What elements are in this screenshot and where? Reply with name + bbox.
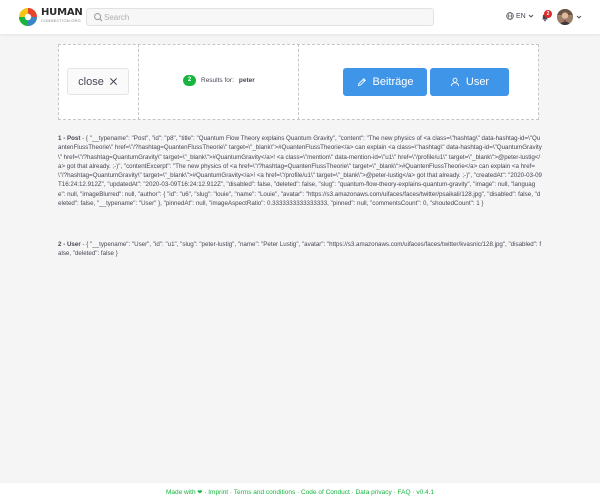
footer-separator: · [351,489,354,496]
divider [298,44,299,120]
footer-made-with[interactable]: Made with [166,489,196,496]
search-bar[interactable] [86,8,434,26]
list-item: 2 - User - { "__typename": "User", "id":… [58,241,542,258]
list-item: 1 - Post - { "__typename": "Post", "id":… [58,135,542,208]
heart-icon: ❤ [197,490,203,496]
search-input[interactable] [104,10,424,24]
footer-version[interactable]: v0.4.1 [416,489,434,496]
tab-users-label: User [465,76,490,88]
results-query: peter [238,77,255,84]
footer-link-data-privacy[interactable]: Data privacy [356,489,392,496]
footer-separator: · [204,489,207,496]
close-button[interactable]: close [67,68,129,95]
item-type: User [66,241,81,248]
close-icon [109,77,117,86]
user-avatar-image [557,9,573,25]
avatar[interactable] [557,9,573,25]
footer-separator: · [297,489,300,496]
user-icon [450,77,459,87]
footer-link-terms[interactable]: Terms and conditions [234,489,295,496]
pencil-icon [357,78,366,87]
footer-separator: · [393,489,396,496]
top-navbar: HUMAN CONNECTION.ORG EN 2 [0,0,600,34]
logo-icon[interactable] [18,7,38,27]
item-index: 1 [58,135,62,142]
chevron-down-icon[interactable] [576,14,582,20]
chevron-down-icon [528,14,534,18]
language-label: EN [516,12,526,20]
tab-users[interactable]: User [430,68,509,96]
notification-count-badge: 2 [544,10,552,18]
language-switch[interactable]: EN [506,12,534,20]
divider [138,44,139,120]
results-summary: 2 Results for: peter [183,75,255,86]
logo-subtitle: CONNECTION.ORG [41,18,81,23]
footer-link-code-of-conduct[interactable]: Code of Conduct [301,489,350,496]
item-content: { "__typename": "User", "id": "u1", "slu… [58,241,542,258]
item-type: Post [66,135,81,142]
item-content: { "__typename": "Post", "id": "p8", "tit… [58,135,542,208]
footer-separator: · [229,489,233,496]
tab-posts-label: Beiträge [372,76,414,88]
logo-title: HUMAN [41,7,83,18]
close-label: close [78,75,104,88]
footer-link-faq[interactable]: FAQ [398,489,411,496]
globe-icon [506,12,514,20]
footer-separator: · [412,489,415,496]
logo-wordmark[interactable]: HUMAN CONNECTION.ORG [41,8,83,23]
item-index: 2 [58,241,62,248]
search-icon [94,13,103,22]
footer: Made with ❤ · Imprint · Terms and condit… [0,483,600,502]
results-label: Results for: [201,77,234,84]
tab-posts[interactable]: Beiträge [343,68,427,96]
results-count-badge: 2 [183,75,196,86]
footer-link-imprint[interactable]: Imprint [208,489,228,496]
